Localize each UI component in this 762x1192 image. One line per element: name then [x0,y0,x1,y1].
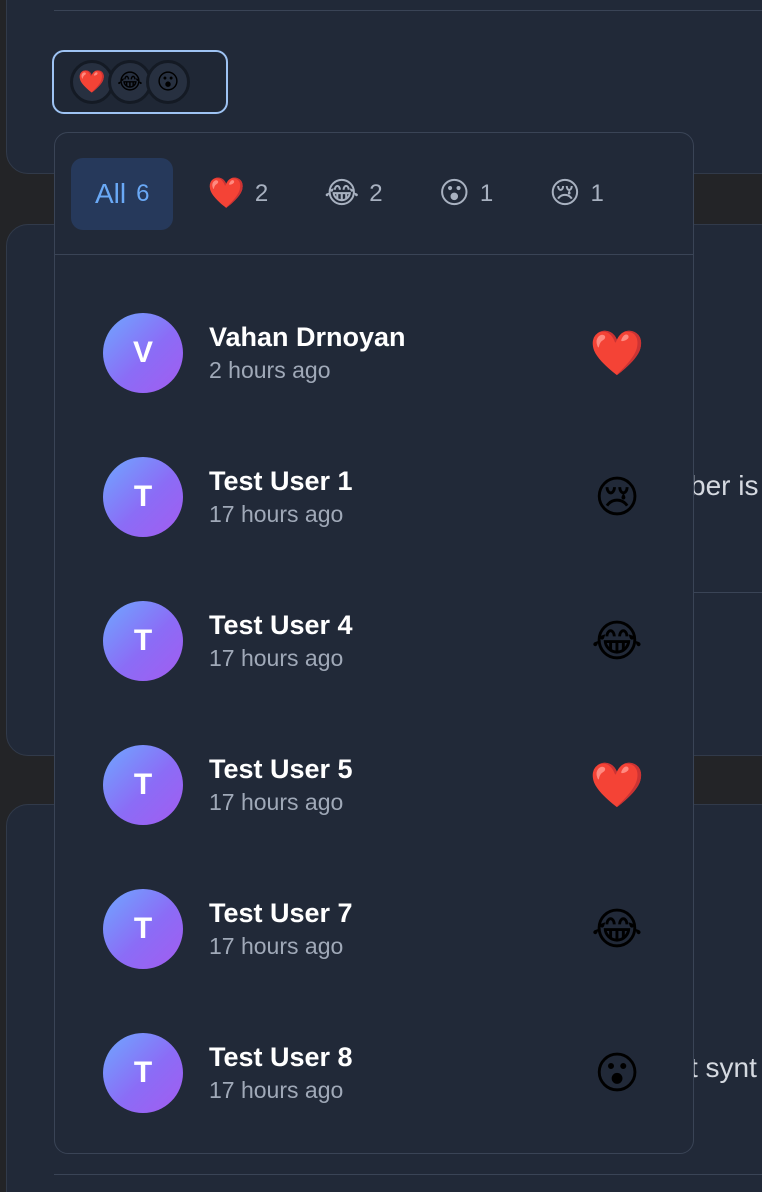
tab-label: All [95,177,127,209]
tab-laughing[interactable]: 😂 2 [302,158,404,230]
avatar[interactable]: T [103,601,183,681]
avatar[interactable]: T [103,1033,183,1113]
list-item: V Vahan Drnoyan 2 hours ago ❤️ [55,281,693,425]
reactions-popover: All 6 ❤️ 2 😂 2 😮 1 😢 1 V Vahan Drnoyan 2… [54,132,694,1154]
timestamp: 17 hours ago [209,501,344,527]
timestamp: 17 hours ago [209,645,344,671]
user-name[interactable]: Test User 1 [209,464,589,498]
surprised-emoji-icon: 😮 [146,60,190,104]
tab-count: 1 [479,179,494,207]
avatar[interactable]: T [103,889,183,969]
timestamp: 17 hours ago [209,933,344,959]
laughing-emoji-icon: 😂 [591,616,643,666]
avatar[interactable]: V [103,313,183,393]
user-name[interactable]: Test User 5 [209,752,589,786]
heart-emoji-icon: ❤️ [207,177,245,210]
user-name[interactable]: Vahan Drnoyan [209,320,589,354]
laughing-emoji-icon: 😂 [324,177,360,210]
surprised-emoji-icon: 😮 [438,177,470,210]
tab-count: 2 [254,179,269,207]
user-name[interactable]: Test User 7 [209,896,589,930]
crying-emoji-icon: 😢 [549,177,581,210]
user-name[interactable]: Test User 8 [209,1040,589,1074]
user-name[interactable]: Test User 4 [209,608,589,642]
surprised-emoji-icon: 😮 [594,1048,640,1098]
timestamp: 2 hours ago [209,357,331,383]
list-item: T Test User 7 17 hours ago 😂 [55,857,693,1001]
reaction-filter-tabs: All 6 ❤️ 2 😂 2 😮 1 😢 1 [55,133,693,255]
reaction-summary-button[interactable]: ❤️ 😂 😮 [52,50,228,114]
divider [54,10,762,11]
tab-crying[interactable]: 😢 1 [527,158,626,230]
tab-count: 1 [590,179,604,207]
heart-emoji-icon: ❤️ [589,329,645,378]
avatar[interactable]: T [103,745,183,825]
crying-emoji-icon: 😢 [594,472,640,522]
page: ber is t synt ❤️ 😂 😮 All 6 ❤️ 2 😂 2 😮 1 [0,0,762,1192]
heart-emoji-icon: ❤️ [589,761,645,810]
avatar[interactable]: T [103,457,183,537]
tab-all[interactable]: All 6 [71,157,174,230]
tab-count: 2 [369,179,383,207]
background-text: t synt [690,1052,757,1083]
laughing-emoji-icon: 😂 [591,904,643,954]
list-item: T Test User 8 17 hours ago 😮 [55,1001,693,1145]
reaction-list: V Vahan Drnoyan 2 hours ago ❤️ T Test Us… [55,255,693,1145]
background-text: ber is [690,470,759,501]
tab-count: 6 [136,179,150,207]
list-item: T Test User 4 17 hours ago 😂 [55,569,693,713]
tab-surprised[interactable]: 😮 1 [417,158,516,230]
tab-heart[interactable]: ❤️ 2 [185,158,290,230]
list-item: T Test User 1 17 hours ago 😢 [55,425,693,569]
list-item: T Test User 5 17 hours ago ❤️ [55,713,693,857]
timestamp: 17 hours ago [209,1077,344,1103]
timestamp: 17 hours ago [209,789,344,815]
divider [54,1174,762,1175]
